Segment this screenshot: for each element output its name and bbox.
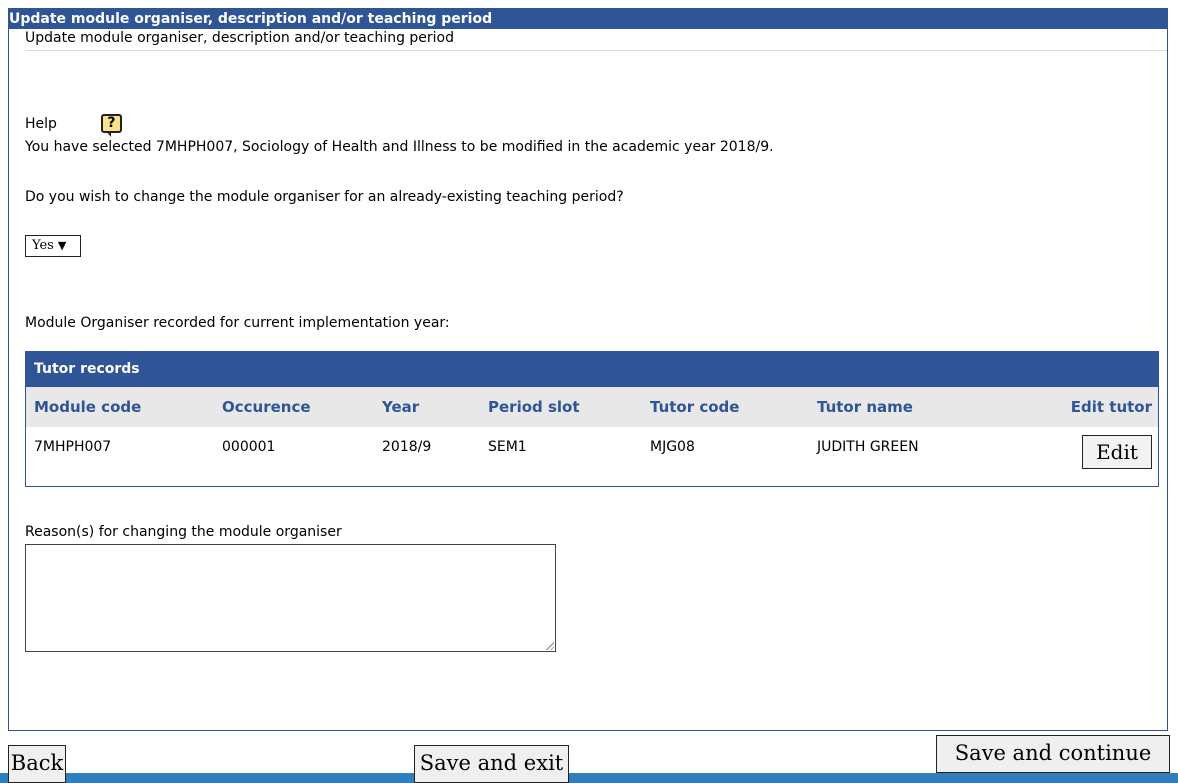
- cell-tutor-code: MJG08: [650, 439, 695, 455]
- save-and-continue-button[interactable]: Save and continue: [936, 735, 1170, 773]
- cell-module-code: 7MHPH007: [34, 439, 112, 455]
- cell-year: 2018/9: [382, 439, 432, 455]
- table-title: Tutor records: [26, 352, 1158, 387]
- cell-occurence: 000001: [222, 439, 276, 455]
- organiser-label: Module Organiser recorded for current im…: [25, 315, 450, 331]
- select-value: Yes: [32, 238, 54, 253]
- header-module-code: Module code: [34, 398, 142, 416]
- help-row: Help ?: [25, 114, 122, 137]
- header-period-slot: Period slot: [488, 398, 580, 416]
- subtitle-divider: [25, 50, 1167, 51]
- reason-label: Reason(s) for changing the module organi…: [25, 524, 342, 540]
- cell-period-slot: SEM1: [488, 439, 527, 455]
- back-button[interactable]: Back: [8, 745, 66, 783]
- main-panel: Update module organiser, description and…: [8, 8, 1168, 731]
- tutor-records-table: Tutor records Module code Occurence Year…: [25, 351, 1159, 487]
- reason-textarea[interactable]: [25, 544, 556, 652]
- header-edit-tutor: Edit tutor: [1070, 398, 1152, 416]
- panel-header-title: Update module organiser, description and…: [9, 9, 1167, 29]
- help-label: Help: [25, 115, 57, 132]
- table-row: 7MHPH007 000001 2018/9 SEM1 MJG08 JUDITH…: [26, 427, 1158, 471]
- change-question: Do you wish to change the module organis…: [25, 189, 624, 205]
- change-organiser-select[interactable]: Yes ▼: [25, 235, 81, 257]
- bottom-bar: [0, 773, 1178, 783]
- header-year: Year: [382, 398, 420, 416]
- header-tutor-code: Tutor code: [650, 398, 740, 416]
- header-occurence: Occurence: [222, 398, 311, 416]
- selection-text: You have selected 7MHPH007, Sociology of…: [25, 139, 774, 155]
- header-tutor-name: Tutor name: [817, 398, 913, 416]
- save-and-exit-button[interactable]: Save and exit: [414, 745, 569, 783]
- page-subtitle: Update module organiser, description and…: [25, 30, 455, 46]
- help-icon[interactable]: ?: [100, 114, 122, 137]
- dropdown-arrow-icon: ▼: [57, 239, 67, 252]
- cell-tutor-name: JUDITH GREEN: [817, 439, 919, 455]
- table-header-row: Module code Occurence Year Period slot T…: [26, 387, 1158, 427]
- resize-grip-icon[interactable]: [545, 641, 554, 650]
- edit-tutor-button[interactable]: Edit: [1082, 435, 1152, 469]
